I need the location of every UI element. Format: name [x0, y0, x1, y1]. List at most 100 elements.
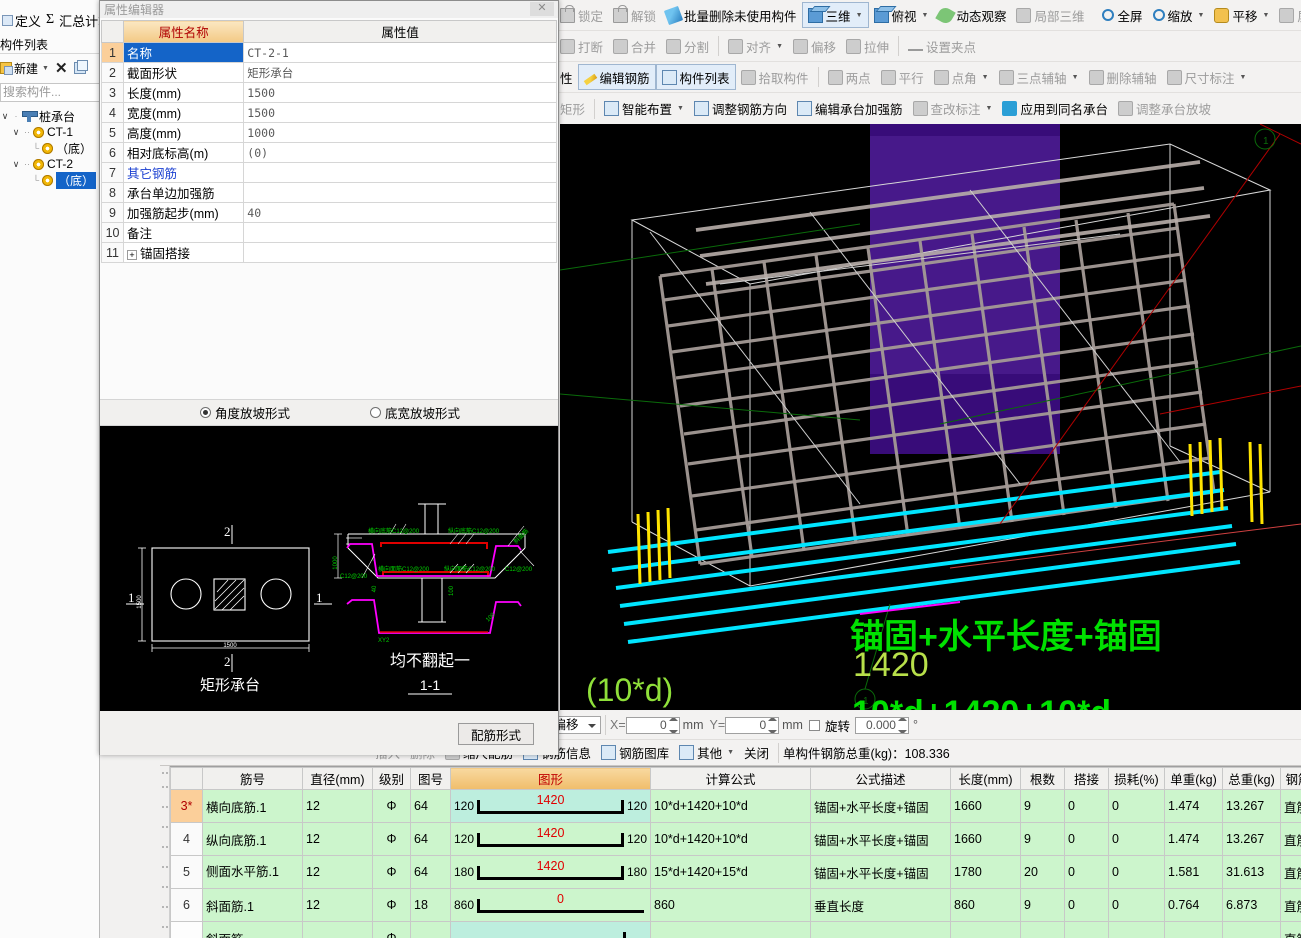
rebar-grade[interactable]: Φ — [372, 822, 411, 856]
row-index[interactable]: 4 — [170, 822, 203, 856]
toolbar-twopoint-button[interactable]: 两点 — [823, 64, 876, 90]
toolbar-edit-cap-rebar-button[interactable]: 编辑承台加强筋 — [792, 96, 908, 122]
toolbar-batch-delete-button[interactable]: 批量删除未使用构件 — [661, 2, 802, 28]
rebar-formula[interactable]: 15*d+1420+15*d — [650, 855, 811, 889]
rebar-grade[interactable]: Φ — [372, 921, 411, 938]
new-component-button[interactable]: 新建 ▼ — [0, 60, 49, 77]
rebar-desc[interactable] — [810, 921, 951, 938]
property-row[interactable]: 10 备注 — [100, 222, 557, 243]
rebar-fignum[interactable]: 18 — [410, 888, 451, 922]
x-spinner[interactable] — [668, 717, 678, 733]
rebar-grade[interactable]: Φ — [372, 855, 411, 889]
radio-icon-selected[interactable] — [200, 407, 211, 418]
rebar-lap[interactable]: 0 — [1064, 888, 1109, 922]
dialog-titlebar[interactable]: 属性编辑器 ✕ — [100, 1, 558, 18]
property-row[interactable]: 2 截面形状 矩形承台 — [100, 62, 557, 83]
col-rebar-no[interactable]: 筋号 — [202, 767, 303, 790]
rebar-total-weight[interactable]: 13.267 — [1222, 789, 1281, 823]
close-icon[interactable]: ✕ — [530, 2, 554, 16]
chevron-down-icon[interactable]: ▼ — [776, 43, 783, 50]
rebar-length[interactable]: 1660 — [950, 822, 1021, 856]
col-count[interactable]: 根数 — [1020, 767, 1065, 790]
table-row[interactable]: 4 纵向底筋.1 12 Φ 64 120 1420 120 10*d+1420+… — [170, 822, 1301, 856]
rebar-formula[interactable]: 860 — [650, 888, 811, 922]
chevron-down-icon[interactable]: ▼ — [922, 12, 929, 19]
row-index[interactable]: 6 — [170, 888, 203, 922]
rebar-grade[interactable]: Φ — [372, 789, 411, 823]
col-unit-weight[interactable]: 单重(kg) — [1164, 767, 1223, 790]
x-input[interactable]: 0 — [625, 716, 680, 734]
rebar-fignum[interactable] — [410, 921, 451, 938]
y-input[interactable]: 0 — [725, 716, 780, 734]
rebar-name[interactable]: 侧面水平筋.1 — [202, 855, 303, 889]
rebar-class[interactable]: 直筋 — [1280, 822, 1301, 856]
prop-value[interactable]: 40 — [243, 202, 557, 223]
toolbar-screen-button[interactable]: 屏 — [1274, 2, 1301, 28]
rebar-form-button[interactable]: 配筋形式 — [458, 723, 534, 745]
rebar-desc[interactable]: 垂直长度 — [810, 888, 951, 922]
col-total-weight[interactable]: 总重(kg) — [1222, 767, 1281, 790]
rebar-desc[interactable]: 锚固+水平长度+锚固 — [810, 789, 951, 823]
toolbar-fullscreen-button[interactable]: 全屏 — [1097, 2, 1147, 28]
property-row[interactable]: 1 名称 CT-2-1 — [100, 42, 557, 63]
rebar-count[interactable]: 9 — [1020, 789, 1065, 823]
chevron-down-icon[interactable]: ▼ — [677, 105, 684, 112]
table-row[interactable]: 斜面筋 Φ 直筋 — [170, 921, 1301, 938]
rebar-class[interactable]: 直筋 — [1280, 789, 1301, 823]
rebar-total-weight[interactable]: 31.613 — [1222, 855, 1281, 889]
rebar-length[interactable]: 1780 — [950, 855, 1021, 889]
rebar-name[interactable]: 横向底筋.1 — [202, 789, 303, 823]
rebar-unit-weight[interactable] — [1164, 921, 1223, 938]
rebar-unit-weight[interactable]: 1.474 — [1164, 822, 1223, 856]
col-fignum[interactable]: 图号 — [410, 767, 451, 790]
toolbar-pointangle-button[interactable]: 点角 ▼ — [929, 64, 994, 90]
rebar-unit-weight[interactable]: 0.764 — [1164, 888, 1223, 922]
tree-item-ct2-bottom[interactable]: └ （底） — [0, 171, 100, 189]
tree-item-pile-cap[interactable]: ∨ · 桩承台 — [0, 108, 100, 124]
radio-icon[interactable] — [370, 407, 382, 418]
rebar-fignum[interactable]: 64 — [410, 789, 451, 823]
expand-icon[interactable]: + — [127, 250, 138, 260]
y-spinner[interactable] — [768, 717, 778, 733]
rebar-shape[interactable]: 180 1420 180 — [450, 855, 651, 889]
prop-key-link[interactable]: 其它钢筋 — [123, 162, 245, 183]
rebar-shape[interactable] — [450, 921, 651, 938]
rebar-loss[interactable]: 0 — [1108, 822, 1165, 856]
rebar-count[interactable]: 9 — [1020, 888, 1065, 922]
row-index[interactable]: 5 — [170, 855, 203, 889]
menu-item-summarize[interactable]: 汇总计算 — [59, 11, 100, 30]
copy-component-button[interactable] — [73, 60, 88, 74]
rebar-unit-weight[interactable]: 1.581 — [1164, 855, 1223, 889]
toolbar-check-annotation-button[interactable]: 查改标注 ▼ — [908, 96, 998, 122]
rotate-spinner[interactable] — [897, 717, 907, 733]
col-blank[interactable] — [170, 767, 203, 790]
rebar-formula[interactable] — [650, 921, 811, 938]
menu-item-define[interactable]: 定义 — [2, 11, 41, 30]
rotate-checkbox[interactable] — [808, 719, 820, 731]
rebar-name[interactable]: 斜面筋 — [202, 921, 303, 938]
toolbar-offset-button[interactable]: 偏移 — [788, 33, 841, 59]
chevron-down-icon[interactable]: ▼ — [982, 74, 989, 81]
chevron-down-icon[interactable]: ▼ — [1072, 74, 1079, 81]
toolbar-deleteaxis-button[interactable]: 删除辅轴 — [1084, 64, 1162, 90]
rebar-diameter[interactable]: 12 — [302, 888, 373, 922]
rebar-fignum[interactable]: 64 — [410, 855, 451, 889]
rebar-formula[interactable]: 10*d+1420+10*d — [650, 789, 811, 823]
other-button[interactable]: 其他 ▼ — [674, 740, 739, 765]
chevron-down-icon[interactable]: ∨ — [0, 111, 10, 122]
toolbar-threepointaxis-button[interactable]: 三点辅轴 ▼ — [994, 64, 1084, 90]
col-length[interactable]: 长度(mm) — [950, 767, 1021, 790]
property-row[interactable]: 7 其它钢筋 — [100, 162, 557, 183]
rebar-class[interactable]: 直筋 — [1280, 921, 1301, 938]
rebar-length[interactable]: 1660 — [950, 789, 1021, 823]
delete-component-button[interactable]: ✕ — [55, 61, 68, 76]
col-lap[interactable]: 搭接 — [1064, 767, 1109, 790]
rebar-length[interactable] — [950, 921, 1021, 938]
rebar-lap[interactable] — [1064, 921, 1109, 938]
rebar-loss[interactable]: 0 — [1108, 789, 1165, 823]
chevron-down-icon[interactable]: ∨ — [11, 127, 21, 138]
prop-value[interactable]: CT-2-1 — [243, 42, 557, 63]
toolbar-lock-button[interactable]: 锁定 — [555, 2, 608, 28]
toolbar-stretch-button[interactable]: 拉伸 — [841, 33, 894, 59]
toolbar-pick-component-button[interactable]: 拾取构件 — [736, 64, 814, 90]
